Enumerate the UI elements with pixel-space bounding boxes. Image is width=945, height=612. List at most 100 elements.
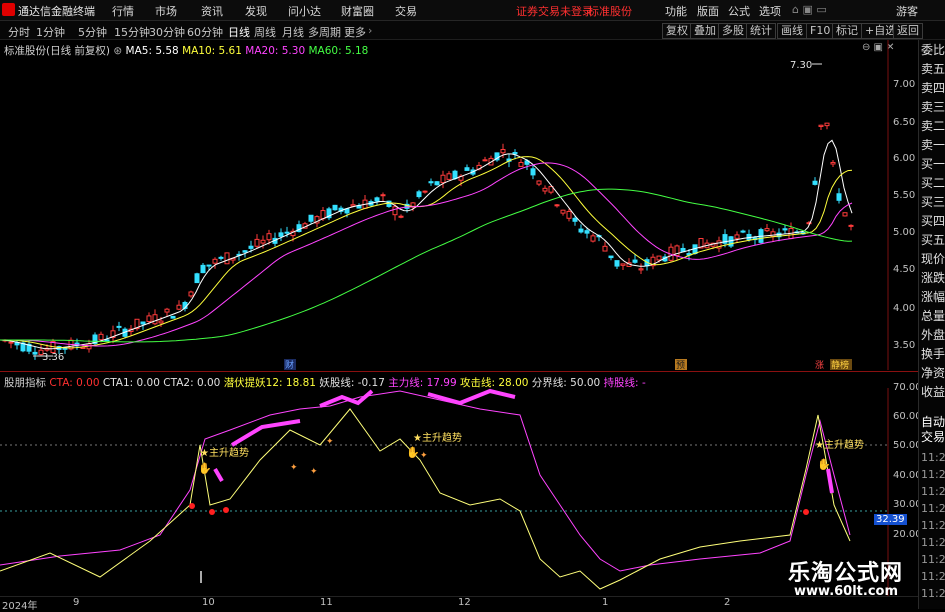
candle-body	[422, 190, 428, 193]
menu-banmian[interactable]: 版面	[697, 3, 719, 19]
menu-gongshi[interactable]: 公式	[728, 3, 750, 19]
tf-1min[interactable]: 1分钟	[36, 24, 65, 40]
tick-time: 11:29	[921, 553, 945, 566]
candle-body	[242, 250, 248, 253]
candle-body	[194, 273, 200, 284]
candle-body	[848, 224, 854, 227]
btn-f10[interactable]: F10	[806, 23, 835, 39]
signal-label: ★主升趋势	[815, 438, 864, 451]
ma20-line	[0, 162, 853, 347]
candle-body	[254, 238, 260, 247]
side-item: 涨幅	[921, 290, 945, 304]
high-price-label: 7.30	[790, 60, 812, 71]
menu-item-wenxiaoda[interactable]: 问小达	[288, 3, 321, 19]
kline-chart[interactable]: 7.30 3.36 财 预 涨 静榜	[0, 40, 918, 370]
menu-item-shichang[interactable]: 市场	[155, 3, 177, 19]
price-tick: 4.50	[893, 264, 916, 275]
candle-body	[512, 152, 518, 155]
candle-body	[602, 245, 608, 252]
menu-item-faxian[interactable]: 发现	[245, 3, 267, 19]
side-item: 卖三	[921, 100, 945, 114]
candle-body	[116, 325, 122, 328]
btn-biaoji[interactable]: 标记	[832, 23, 862, 39]
candle-body	[218, 256, 224, 259]
side-item: 卖一	[921, 138, 945, 152]
candle-body	[608, 255, 614, 259]
candle-body	[320, 210, 326, 220]
btn-duogu[interactable]: 多股	[718, 23, 748, 39]
price-tick: 5.00	[893, 227, 916, 238]
candle-body	[158, 320, 164, 324]
side-item[interactable]: 委比	[921, 44, 945, 57]
candle-body	[98, 333, 104, 341]
star-signal-icon: ✦	[290, 463, 298, 473]
candle-body	[350, 204, 356, 207]
tf-15min[interactable]: 15分钟	[114, 24, 150, 40]
candle-body	[140, 321, 146, 325]
watermark-url: www.60lt.com	[794, 584, 899, 599]
date-label: 10	[202, 597, 215, 608]
candle-body	[764, 228, 770, 232]
auto-trade-label-2[interactable]: 交易	[921, 431, 945, 444]
ma60-line	[0, 188, 853, 343]
tick-time: 11:29	[921, 485, 945, 498]
auto-trade-label[interactable]: 自动	[921, 416, 945, 429]
hold-line-thick	[230, 419, 301, 447]
menu-item-jiaoyi[interactable]: 交易	[395, 3, 417, 19]
window-controls-icon[interactable]: ⌂ ▣ ▭	[792, 3, 827, 16]
candle-body	[146, 315, 152, 323]
tf-more[interactable]: 更多	[344, 24, 366, 40]
candle-body	[278, 232, 284, 237]
tf-60min[interactable]: 60分钟	[187, 24, 223, 40]
event-label-bang: 静榜	[831, 359, 849, 370]
candle-body	[578, 228, 584, 233]
guest-label[interactable]: 游客	[896, 3, 918, 19]
app-logo-icon	[2, 3, 15, 16]
buy-signal-dot	[803, 509, 809, 515]
candle-body	[530, 168, 536, 176]
ma5-line	[0, 139, 853, 350]
side-item: 买二	[921, 176, 945, 190]
tf-daily[interactable]: 日线	[228, 24, 250, 40]
chevron-right-icon[interactable]: ›	[368, 24, 372, 37]
hold-line-thick	[427, 388, 516, 406]
btn-huaxian[interactable]: 画线	[777, 23, 807, 39]
candle-body	[464, 167, 470, 171]
candle-body	[830, 161, 836, 165]
tf-30min[interactable]: 30分钟	[149, 24, 185, 40]
price-tick: 7.00	[893, 79, 916, 90]
candle-body	[212, 258, 218, 264]
btn-fuquan[interactable]: 复权	[662, 23, 692, 39]
tf-multi[interactable]: 多周期	[308, 24, 341, 40]
candle-body	[392, 206, 398, 216]
candle-body	[572, 217, 578, 222]
candle-body	[188, 291, 194, 297]
buy-signal-dot	[189, 503, 195, 509]
side-item: 总量	[921, 309, 945, 323]
period-toolbar: 分时 1分钟 5分钟 15分钟 30分钟 60分钟 日线 周线 月线 多周期 更…	[0, 21, 945, 40]
candle-body	[266, 233, 272, 241]
hold-line-segments	[213, 388, 834, 494]
pane-divider[interactable]	[0, 371, 918, 372]
tf-fenshi[interactable]: 分时	[8, 24, 30, 40]
event-label-yu: 预	[676, 360, 685, 370]
signal-markers: ★主升趋势★主升趋势★主升趋势✋✋✋✦ ✦✦✦	[189, 431, 864, 515]
tf-monthly[interactable]: 月线	[282, 24, 304, 40]
hand-signal-icon: ✋	[198, 462, 212, 475]
btn-fanhui[interactable]: 返回	[893, 23, 923, 39]
menu-item-hangqing[interactable]: 行情	[112, 3, 134, 19]
btn-diejia[interactable]: 叠加	[690, 23, 720, 39]
menu-xuanxiang[interactable]: 选项	[759, 3, 781, 19]
login-notice[interactable]: 证券交易未登录	[516, 3, 593, 19]
menu-gongneng[interactable]: 功能	[665, 3, 687, 19]
menu-item-zixun[interactable]: 资讯	[201, 3, 223, 19]
tf-5min[interactable]: 5分钟	[78, 24, 107, 40]
menu-item-caifuquan[interactable]: 财富圈	[341, 3, 374, 19]
indicator-chart[interactable]: ★主升趋势★主升趋势★主升趋势✋✋✋✦ ✦✦✦	[0, 388, 918, 596]
candle-body	[566, 210, 572, 219]
btn-tongji[interactable]: 统计	[746, 23, 776, 39]
candle-body	[590, 235, 596, 242]
tf-weekly[interactable]: 周线	[254, 24, 276, 40]
hand-signal-icon: ✋	[817, 458, 831, 471]
signal-label: ★主升趋势	[413, 431, 462, 444]
